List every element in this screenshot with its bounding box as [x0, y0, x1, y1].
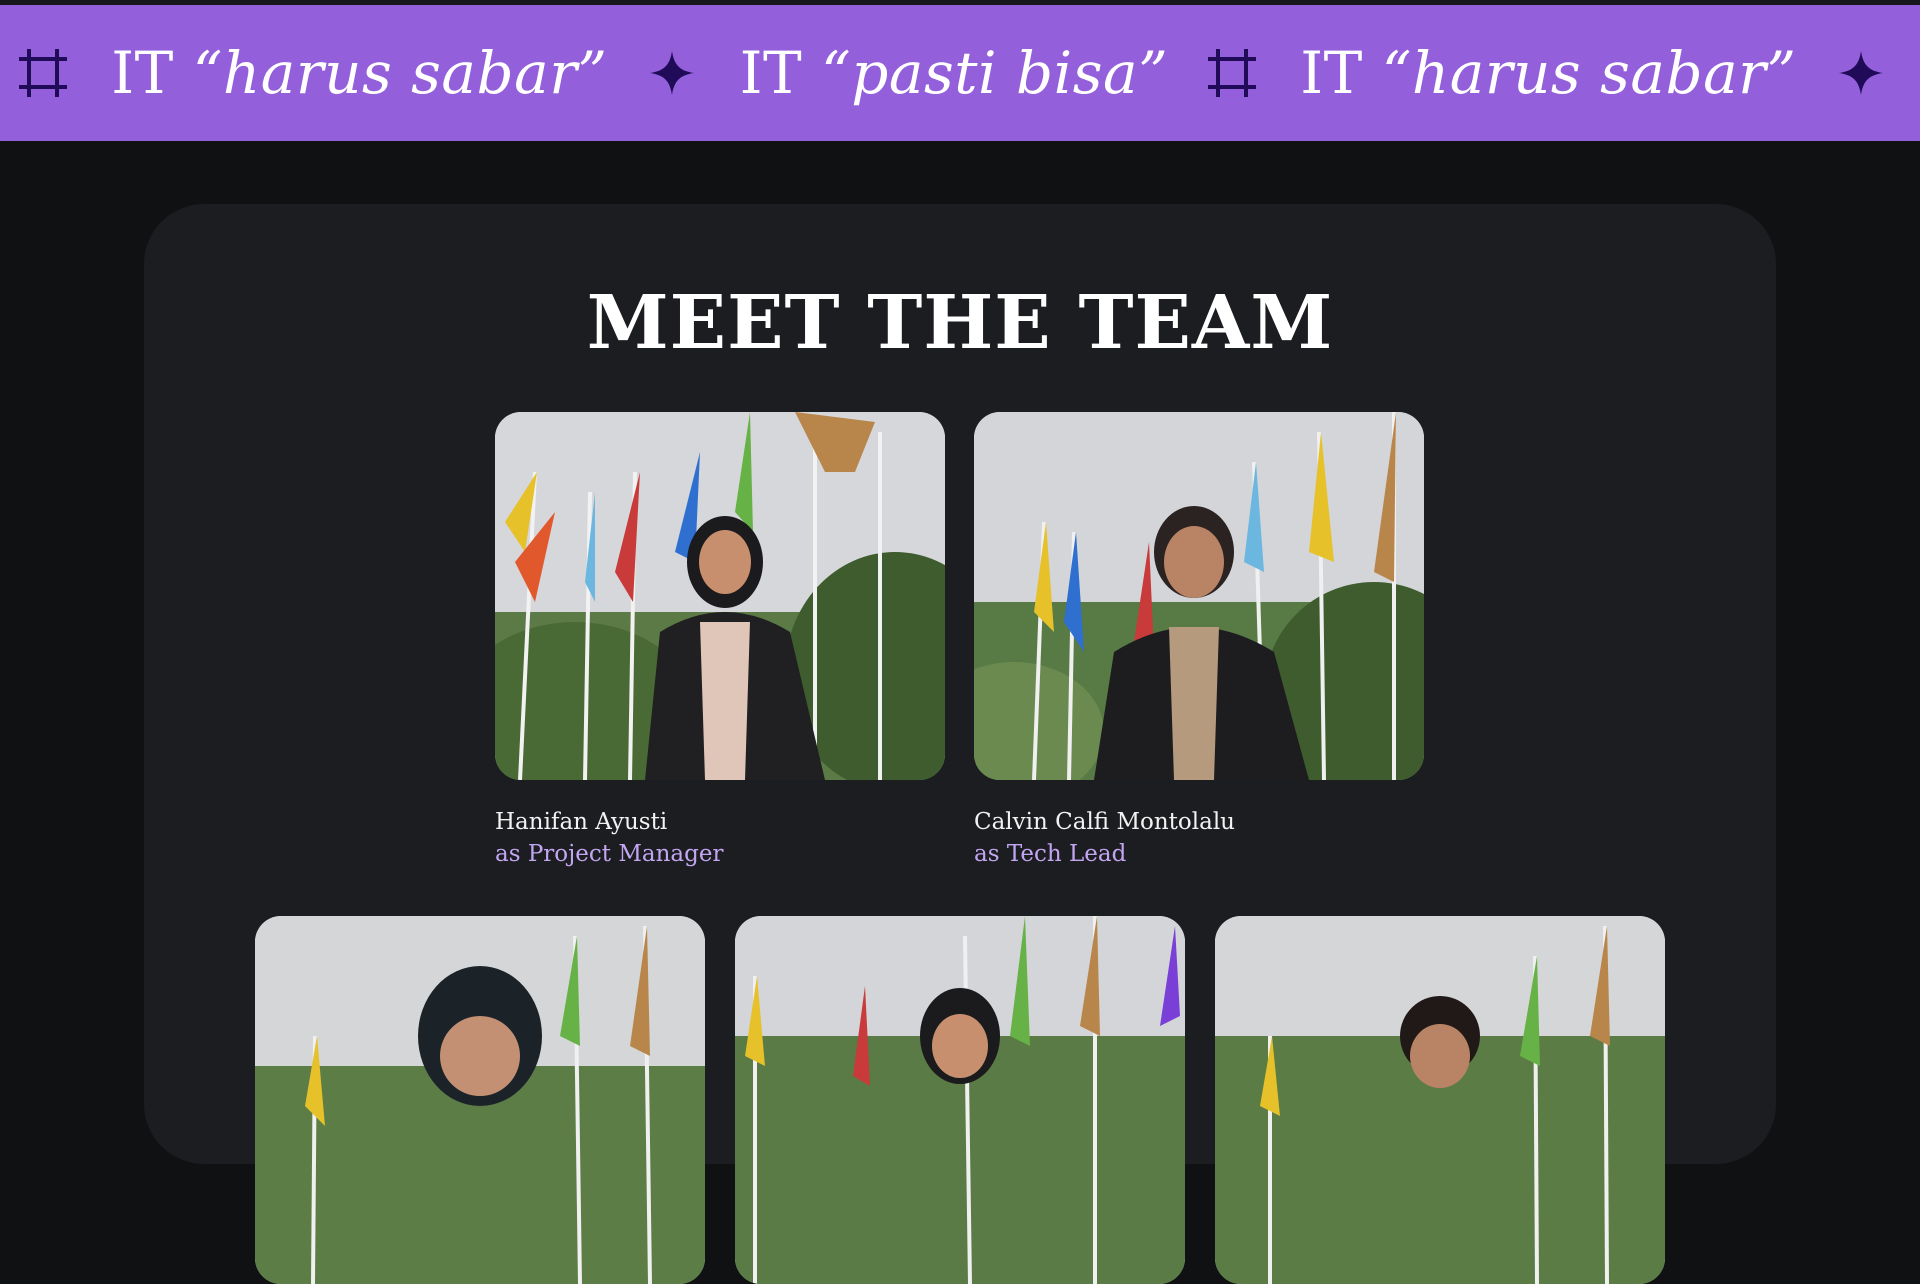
member-role: as Project Manager	[495, 841, 724, 867]
frame-icon	[1202, 43, 1262, 103]
section-title: MEET THE TEAM	[586, 280, 1334, 366]
member-name: Hanifan Ayusti	[495, 809, 668, 835]
member-photo	[495, 412, 945, 780]
team-member-card	[255, 916, 705, 1284]
member-name: Calvin Calfi Montolalu	[974, 809, 1235, 835]
marquee-banner: a” IT “harus sabar” IT “pasti bisa”	[0, 5, 1920, 141]
sparkle-icon	[1831, 43, 1891, 103]
marquee-phrase: IT “harus sabar”	[111, 39, 608, 107]
member-role: as Tech Lead	[974, 841, 1127, 867]
member-photo	[735, 916, 1185, 1284]
marquee-phrase: IT “pasti bisa”	[739, 39, 1169, 107]
member-photo	[1215, 916, 1665, 1284]
member-photo	[255, 916, 705, 1284]
marquee-phrase: IT “harus sabar”	[1300, 39, 1797, 107]
team-member-card	[1215, 916, 1665, 1284]
team-member-card: Calvin Calfi Montolalu as Tech Lead	[974, 412, 1424, 870]
member-photo	[974, 412, 1424, 780]
team-member-card: Hanifan Ayusti as Project Manager	[495, 412, 945, 870]
frame-icon	[13, 43, 73, 103]
sparkle-icon	[642, 43, 702, 103]
marquee-track: a” IT “harus sabar” IT “pasti bisa”	[0, 5, 1920, 141]
team-member-card	[735, 916, 1185, 1284]
